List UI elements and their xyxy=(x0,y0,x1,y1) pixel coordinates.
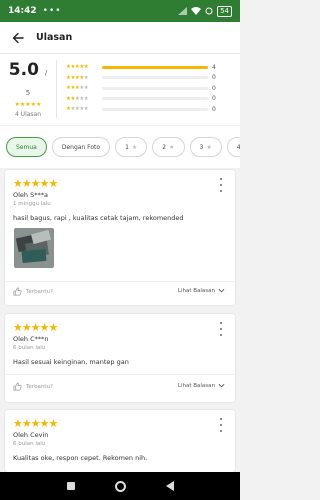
distribution-count: 0 xyxy=(212,84,216,92)
filter-chip[interactable]: 3 ★ xyxy=(189,137,222,157)
filter-chip[interactable]: 4 xyxy=(226,137,240,157)
battery-icon: 54 xyxy=(217,5,232,17)
helpful-label: Terbantu? xyxy=(26,383,53,390)
filter-chip-label: 1 xyxy=(125,143,129,151)
status-bar: 14:42 ••• 54 xyxy=(0,0,240,22)
score-stars: ★★★★★ xyxy=(14,101,42,108)
distribution-row: ★★★★★ 0 xyxy=(66,83,236,94)
recents-button[interactable] xyxy=(66,482,75,490)
distribution-count: 0 xyxy=(212,74,216,82)
review-text: hasil bagus, rapi , kualitas cetak tajam… xyxy=(13,214,184,222)
back-button[interactable] xyxy=(8,28,28,48)
rating-summary: 5.0 / 5 ★★★★★ 4 Ulasan ★★★★★ 4 ★★★★★ 0 ★★★★★… xyxy=(0,54,240,125)
distribution-bar xyxy=(102,86,208,90)
view-reply-button[interactable]: Lihat Balasan xyxy=(178,382,225,389)
review-time: 6 bulan lalu xyxy=(13,441,46,447)
distribution-count: 4 xyxy=(212,63,216,71)
star-icon: ★ xyxy=(206,143,212,151)
review-count: 4 Ulasan xyxy=(14,111,42,118)
filter-chip[interactable]: Dengan Foto xyxy=(51,137,111,157)
signal-icon xyxy=(178,7,188,15)
score-value: 5.0 xyxy=(8,60,39,80)
review-photo[interactable] xyxy=(14,228,54,268)
helpful-button[interactable]: Terbantu? xyxy=(13,287,53,296)
distribution-bar xyxy=(102,107,208,111)
distribution-count: 0 xyxy=(212,95,216,103)
thumbs-up-icon xyxy=(13,287,22,296)
chevron-down-icon xyxy=(218,383,225,388)
distribution-count: 0 xyxy=(212,105,216,113)
distribution-stars: ★★★★★ xyxy=(66,95,89,102)
view-reply-label: Lihat Balasan xyxy=(177,382,215,389)
more-options-button[interactable] xyxy=(217,322,225,336)
review-time: 1 minggu lalu xyxy=(13,201,51,207)
helpful-label: Terbantu? xyxy=(26,288,53,295)
filter-chip[interactable]: 2 ★ xyxy=(152,137,185,157)
filter-chip-label: 2 xyxy=(162,143,167,151)
chevron-down-icon xyxy=(218,288,225,293)
distribution-row: ★★★★★ 0 xyxy=(66,73,236,84)
distribution-row: ★★★★★ 0 xyxy=(66,94,236,105)
filter-chip-label: 3 xyxy=(199,143,204,151)
review-stars: ★★★★★ xyxy=(13,417,58,430)
rating-distribution: ★★★★★ 4 ★★★★★ 0 ★★★★★ 0 ★★★★★ 0 ★★★★★ 0 xyxy=(66,62,236,115)
view-reply-button[interactable]: Lihat Balasan xyxy=(178,287,225,294)
filter-chip-label: Semua xyxy=(16,143,37,151)
score-box: 5.0 / 5 ★★★★★ 4 Ulasan xyxy=(6,60,50,118)
review-time: 6 bulan lalu xyxy=(13,345,46,351)
view-reply-label: Lihat Balasan xyxy=(177,287,215,294)
system-nav-bar xyxy=(0,472,240,500)
card-divider xyxy=(5,281,235,282)
review-card: ★★★★★ Oleh Cevin 6 bulan lalu Kualitas o… xyxy=(5,410,235,472)
notification-dots: ••• xyxy=(42,6,62,16)
distribution-fill xyxy=(102,65,208,69)
review-author: Oleh S***a xyxy=(13,191,48,199)
star-icon: ★ xyxy=(169,143,175,151)
review-card: ★★★★★ Oleh C***n 6 bulan lalu Hasil sesu… xyxy=(5,314,235,402)
more-options-button[interactable] xyxy=(217,418,225,432)
filter-chip-label: 4 xyxy=(237,144,240,151)
average-score: 5.0 / 5 xyxy=(6,60,50,100)
review-text: Hasil sesuai keinginan, mantep gan xyxy=(13,358,129,366)
alarm-icon xyxy=(205,7,213,15)
back-nav-button[interactable] xyxy=(165,481,174,491)
review-text: Kualitas oke, respon cepet. Rekomen nih. xyxy=(13,454,148,462)
status-time: 14:42 xyxy=(8,6,37,16)
card-divider xyxy=(5,374,235,375)
wifi-icon xyxy=(191,7,202,15)
helpful-button[interactable]: Terbantu? xyxy=(13,382,53,391)
thumbs-up-icon xyxy=(13,382,22,391)
distribution-bar xyxy=(102,97,208,101)
distribution-stars: ★★★★★ xyxy=(66,85,89,92)
more-options-button[interactable] xyxy=(217,178,225,192)
arrow-left-icon xyxy=(12,32,24,43)
distribution-bar xyxy=(102,76,208,80)
review-author: Oleh C***n xyxy=(13,335,49,343)
filter-bar: SemuaDengan Foto1★2★3★4 xyxy=(0,125,240,168)
distribution-stars: ★★★★★ xyxy=(66,106,89,113)
app-bar: Ulasan xyxy=(0,22,240,54)
status-icons: 54 xyxy=(178,5,232,17)
filter-chip[interactable]: 1 ★ xyxy=(115,137,148,157)
distribution-stars: ★★★★★ xyxy=(66,74,89,81)
distribution-bar xyxy=(102,65,208,69)
filter-chip-label: Dengan Foto xyxy=(61,143,101,151)
star-icon: ★ xyxy=(131,143,138,151)
divider xyxy=(56,60,57,118)
home-button[interactable] xyxy=(114,480,126,492)
filter-chip[interactable]: Semua xyxy=(6,137,47,157)
review-stars: ★★★★★ xyxy=(13,321,58,334)
review-stars: ★★★★★ xyxy=(13,177,58,190)
distribution-stars: ★★★★★ xyxy=(66,64,89,71)
page-title: Ulasan xyxy=(36,32,73,43)
distribution-row: ★★★★★ 4 xyxy=(66,62,236,73)
photo-thumbnail xyxy=(14,228,54,268)
review-author: Oleh Cevin xyxy=(13,431,49,439)
distribution-row: ★★★★★ 0 xyxy=(66,104,236,115)
review-card: ★★★★★ Oleh S***a 1 minggu lalu hasil bag… xyxy=(5,170,235,305)
